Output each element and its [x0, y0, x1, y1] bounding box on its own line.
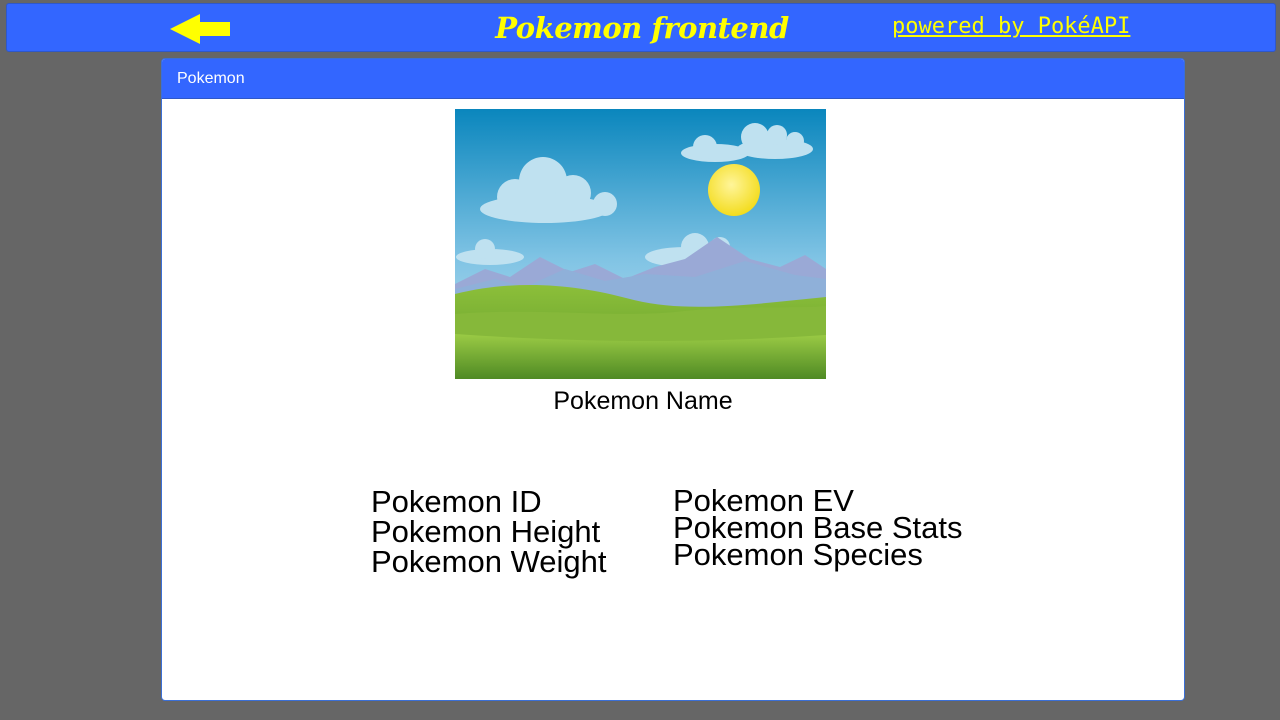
stats-left-column: Pokemon ID Pokemon Height Pokemon Weight [371, 484, 607, 579]
pokemon-species-field: Pokemon Species [673, 537, 923, 572]
stats-right-column: Pokemon EV Pokemon Base Stats Pokemon Sp… [673, 485, 963, 572]
pokemon-name: Pokemon Name [553, 387, 733, 415]
powered-by-link[interactable]: powered by PokéAPI [892, 12, 1130, 42]
pokemon-card: Pokemon Pokemon Name Pokemon ID Pokemon … [161, 58, 1185, 701]
pokemon-image [455, 109, 826, 379]
pokemon-id-field: Pokemon ID [371, 484, 542, 519]
pokemon-weight-field: Pokemon Weight [371, 544, 607, 579]
top-navbar: Pokemon frontend powered by PokéAPI [6, 3, 1276, 52]
card-header: Pokemon [162, 59, 1184, 99]
pokemon-height-field: Pokemon Height [371, 514, 601, 549]
